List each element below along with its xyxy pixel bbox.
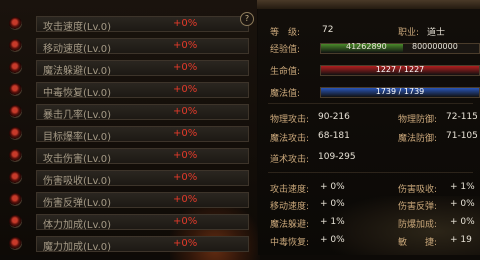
skill-row[interactable]: 攻击速度(Lv.0) +0% <box>0 15 250 34</box>
help-button[interactable]: ? <box>240 12 254 26</box>
phys-atk-label: 物理攻击: <box>270 115 310 125</box>
skill-row[interactable]: 魔法躲避(Lv.0) +0% <box>0 59 250 78</box>
skill-bar: 伤害吸收(Lv.0) +0% <box>36 170 249 187</box>
skill-row[interactable]: 伤害吸收(Lv.0) +0% <box>0 169 250 188</box>
skill-bonus: +0% <box>173 84 198 95</box>
skill-row[interactable]: 暴击几率(Lv.0) +0% <box>0 103 250 122</box>
skill-bar: 移动速度(Lv.0) +0% <box>36 38 249 55</box>
mp-bar: 1739 / 1739 <box>320 87 480 98</box>
exp-current: 41262890 <box>346 42 387 51</box>
phys-atk-value: 90-216 <box>318 112 350 122</box>
skill-bar: 魔法躲避(Lv.0) +0% <box>36 60 249 77</box>
skill-orb-icon[interactable] <box>9 215 22 228</box>
bonus-label: 移动速度: <box>270 202 310 212</box>
skill-orb-icon[interactable] <box>9 61 22 74</box>
mag-def-label: 魔法防御: <box>398 134 438 144</box>
skill-name: 伤害吸收(Lv.0) <box>43 176 112 187</box>
class-label: 职业: <box>398 28 420 38</box>
bonus-value: + 0% <box>320 182 345 192</box>
exp-max: 800000000 <box>412 42 458 51</box>
skill-bonus: +0% <box>173 238 198 249</box>
mag-def-value: 71-105 <box>446 131 478 141</box>
bonus-label: 敏 捷: <box>398 238 438 248</box>
skill-row[interactable]: 移动速度(Lv.0) +0% <box>0 37 250 56</box>
tao-atk-label: 道术攻击: <box>270 155 310 165</box>
skill-row[interactable]: 伤害反弹(Lv.0) +0% <box>0 191 250 210</box>
skill-name: 暴击几率(Lv.0) <box>43 110 112 121</box>
mp-text: 1739 / 1739 <box>375 87 425 96</box>
skill-name: 目标爆率(Lv.0) <box>43 132 112 143</box>
skill-orb-icon[interactable] <box>9 17 22 30</box>
bonus-label: 伤害吸收: <box>398 185 438 195</box>
skill-row[interactable]: 魔力加成(Lv.0) +0% <box>0 235 250 254</box>
skill-name: 伤害反弹(Lv.0) <box>43 198 112 209</box>
skill-bar: 暴击几率(Lv.0) +0% <box>36 104 249 121</box>
bonus-value: + 0% <box>450 217 475 227</box>
skill-row[interactable]: 攻击伤害(Lv.0) +0% <box>0 147 250 166</box>
skill-orb-icon[interactable] <box>9 237 22 250</box>
skill-bar: 攻击速度(Lv.0) +0% <box>36 16 249 33</box>
mp-label: 魔法值: <box>270 89 301 99</box>
bonus-value: + 1% <box>320 217 345 227</box>
bonus-value: + 0% <box>450 199 475 209</box>
skill-name: 魔力加成(Lv.0) <box>43 242 112 253</box>
skill-name: 移动速度(Lv.0) <box>43 44 112 55</box>
skill-bonus: +0% <box>173 18 198 29</box>
skill-name: 攻击伤害(Lv.0) <box>43 154 112 165</box>
skill-bonus: +0% <box>173 106 198 117</box>
skill-row[interactable]: 中毒恢复(Lv.0) +0% <box>0 81 250 100</box>
hp-bar: 1227 / 1227 <box>320 65 480 76</box>
skill-bar: 目标爆率(Lv.0) +0% <box>36 126 249 143</box>
hp-text: 1227 / 1227 <box>375 65 425 74</box>
skill-bar: 魔力加成(Lv.0) +0% <box>36 236 249 253</box>
skill-orb-icon[interactable] <box>9 149 22 162</box>
bonus-label: 伤害反弹: <box>398 202 438 212</box>
skill-bonus: +0% <box>173 216 198 227</box>
level-label: 等 级: <box>270 28 301 38</box>
mag-atk-label: 魔法攻击: <box>270 134 310 144</box>
exp-label: 经验值: <box>270 45 301 55</box>
divider <box>268 103 473 104</box>
skill-name: 魔法躲避(Lv.0) <box>43 66 112 77</box>
divider <box>268 172 473 173</box>
skill-bonus: +0% <box>173 40 198 51</box>
skill-bonus: +0% <box>173 62 198 73</box>
phys-def-label: 物理防御: <box>398 115 438 125</box>
skill-bonus: +0% <box>173 172 198 183</box>
tao-atk-value: 109-295 <box>318 152 356 162</box>
skill-row[interactable]: 目标爆率(Lv.0) +0% <box>0 125 250 144</box>
bonus-label: 魔法躲避: <box>270 220 310 230</box>
bonus-value: + 0% <box>320 235 345 245</box>
hp-label: 生命值: <box>270 67 301 77</box>
skill-name: 体力加成(Lv.0) <box>43 220 112 231</box>
bonus-value: + 0% <box>320 199 345 209</box>
skill-bar: 攻击伤害(Lv.0) +0% <box>36 148 249 165</box>
skill-orb-icon[interactable] <box>9 127 22 140</box>
skill-bonus: +0% <box>173 128 198 139</box>
skill-orb-icon[interactable] <box>9 39 22 52</box>
bonus-label: 中毒恢复: <box>270 238 310 248</box>
bonus-label: 攻击速度: <box>270 185 310 195</box>
class-value: 道士 <box>427 28 446 38</box>
bonus-value: + 1% <box>450 182 475 192</box>
mag-atk-value: 68-181 <box>318 131 350 141</box>
phys-def-value: 72-115 <box>446 112 478 122</box>
skill-orb-icon[interactable] <box>9 193 22 206</box>
skill-bar: 体力加成(Lv.0) +0% <box>36 214 249 231</box>
bonus-value: + 19 <box>450 235 472 245</box>
skill-name: 中毒恢复(Lv.0) <box>43 88 112 99</box>
level-value: 72 <box>322 25 334 35</box>
skill-row[interactable]: 体力加成(Lv.0) +0% <box>0 213 250 232</box>
skill-panel: 攻击速度(Lv.0) +0% 移动速度(Lv.0) +0% 魔法躲避(Lv.0)… <box>0 0 260 260</box>
skill-bonus: +0% <box>173 194 198 205</box>
skill-orb-icon[interactable] <box>9 105 22 118</box>
bonus-label: 防爆加成: <box>398 220 438 230</box>
skill-name: 攻击速度(Lv.0) <box>43 22 112 33</box>
skill-orb-icon[interactable] <box>9 171 22 184</box>
skill-bar: 伤害反弹(Lv.0) +0% <box>36 192 249 209</box>
skill-bonus: +0% <box>173 150 198 161</box>
skill-orb-icon[interactable] <box>9 83 22 96</box>
skill-bar: 中毒恢复(Lv.0) +0% <box>36 82 249 99</box>
